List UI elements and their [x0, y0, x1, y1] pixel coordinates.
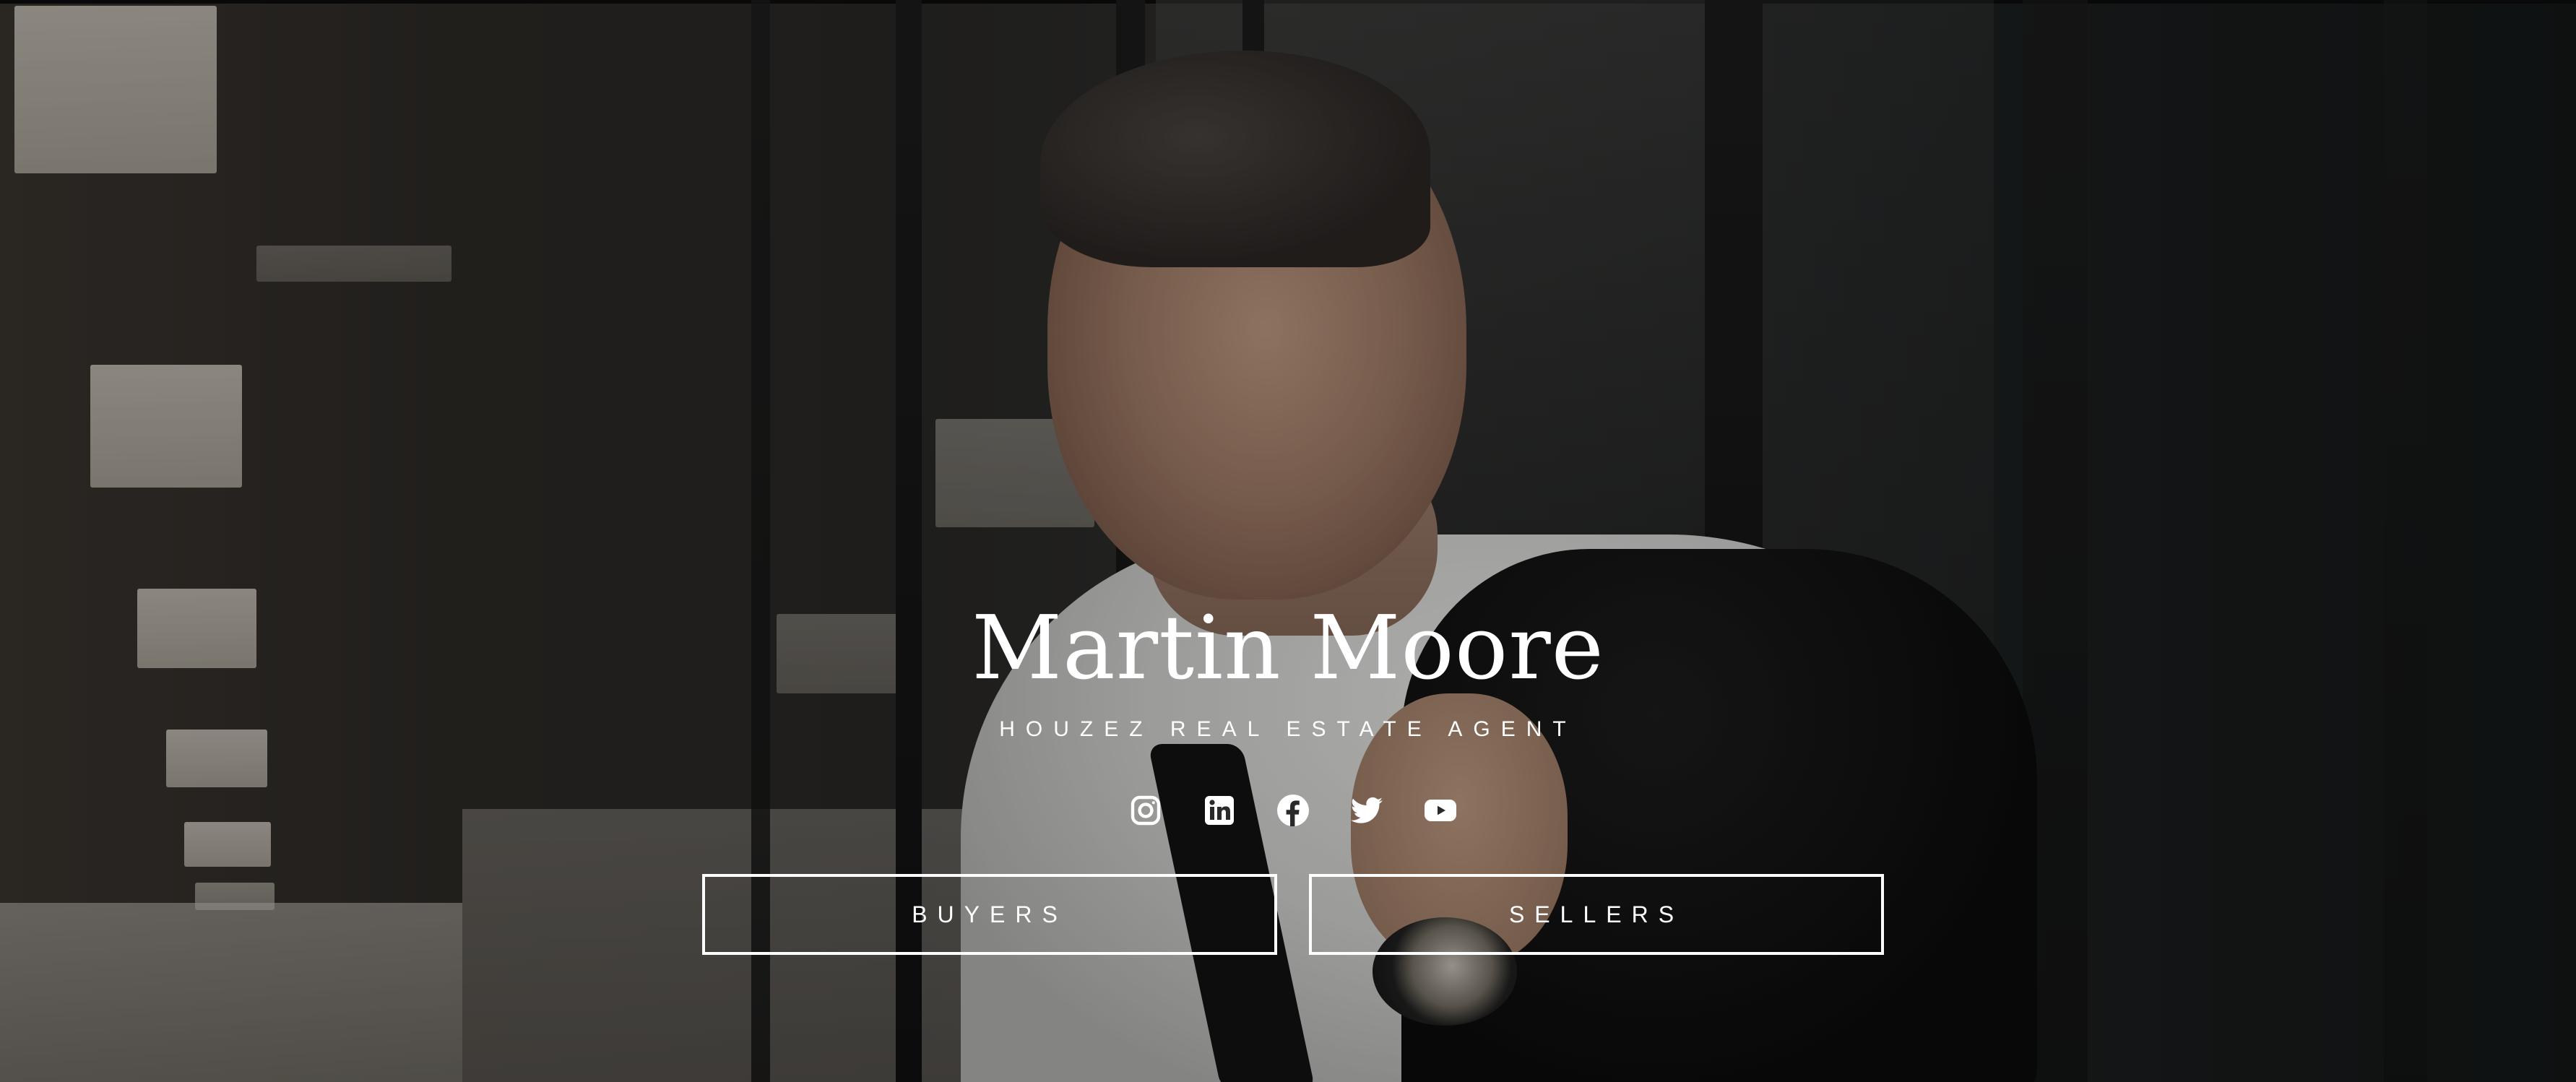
agent-name: Martin Moore	[972, 597, 1604, 699]
facebook-link[interactable]	[1274, 792, 1312, 829]
sellers-button[interactable]: SELLERS	[1309, 874, 1884, 955]
youtube-icon	[1425, 800, 1456, 821]
buyers-button[interactable]: BUYERS	[702, 874, 1277, 955]
instagram-link[interactable]	[1127, 792, 1164, 829]
twitter-icon	[1351, 797, 1383, 823]
hero-section: Martin Moore HOUZEZ REAL ESTATE AGENT BU…	[0, 0, 2576, 1082]
social-links	[1127, 789, 1459, 832]
agent-title: HOUZEZ REAL ESTATE AGENT	[999, 717, 1577, 741]
linkedin-icon	[1205, 796, 1234, 825]
linkedin-link[interactable]	[1201, 792, 1238, 829]
twitter-link[interactable]	[1348, 792, 1386, 829]
youtube-link[interactable]	[1422, 792, 1459, 829]
hero-content: Martin Moore HOUZEZ REAL ESTATE AGENT BU…	[0, 0, 2576, 1082]
facebook-icon	[1277, 795, 1309, 826]
instagram-icon	[1131, 795, 1161, 826]
